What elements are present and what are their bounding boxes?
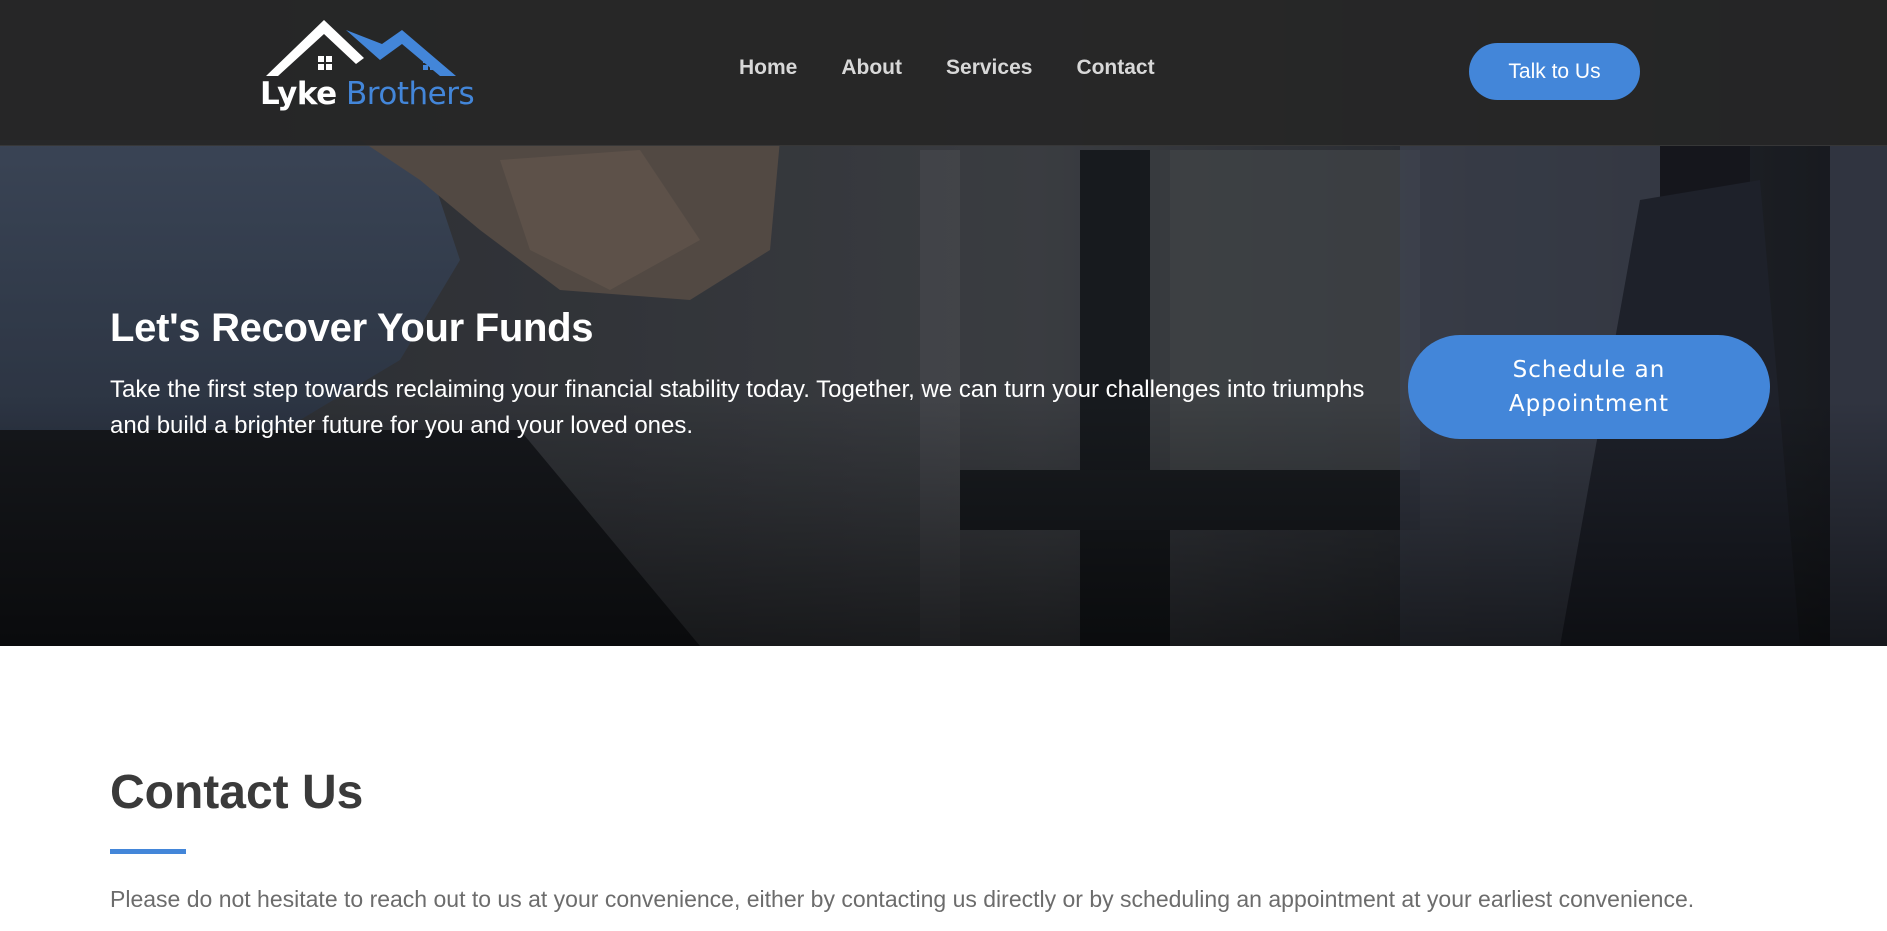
hero-description: Take the first step towards reclaiming y… xyxy=(110,376,1365,439)
logo-word-brothers: Brothers xyxy=(346,76,475,112)
hero-title: Let's Recover Your Funds xyxy=(110,306,594,350)
logo-wordmark: Lyke Brothers xyxy=(260,76,475,112)
main-nav: Home About Services Contact xyxy=(739,56,1199,80)
site-logo[interactable]: Lyke Brothers xyxy=(260,18,475,118)
contact-title: Contact Us xyxy=(110,766,364,819)
logo-word-lyke: Lyke xyxy=(260,76,337,112)
talk-to-us-button[interactable]: Talk to Us xyxy=(1469,43,1640,100)
hero-section: Lyke Brothers Home About Services Contac… xyxy=(0,0,1887,646)
title-underline xyxy=(110,849,186,854)
nav-link-about[interactable]: About xyxy=(841,56,902,80)
schedule-appointment-button[interactable]: Schedule an Appointment xyxy=(1408,335,1770,439)
site-header: Lyke Brothers Home About Services Contac… xyxy=(0,0,1887,146)
house-roofs-icon xyxy=(266,20,456,76)
nav-link-services[interactable]: Services xyxy=(946,56,1032,80)
nav-link-home[interactable]: Home xyxy=(739,56,797,80)
nav-link-contact[interactable]: Contact xyxy=(1076,56,1154,80)
contact-description: Please do not hesitate to reach out to u… xyxy=(110,886,1695,912)
